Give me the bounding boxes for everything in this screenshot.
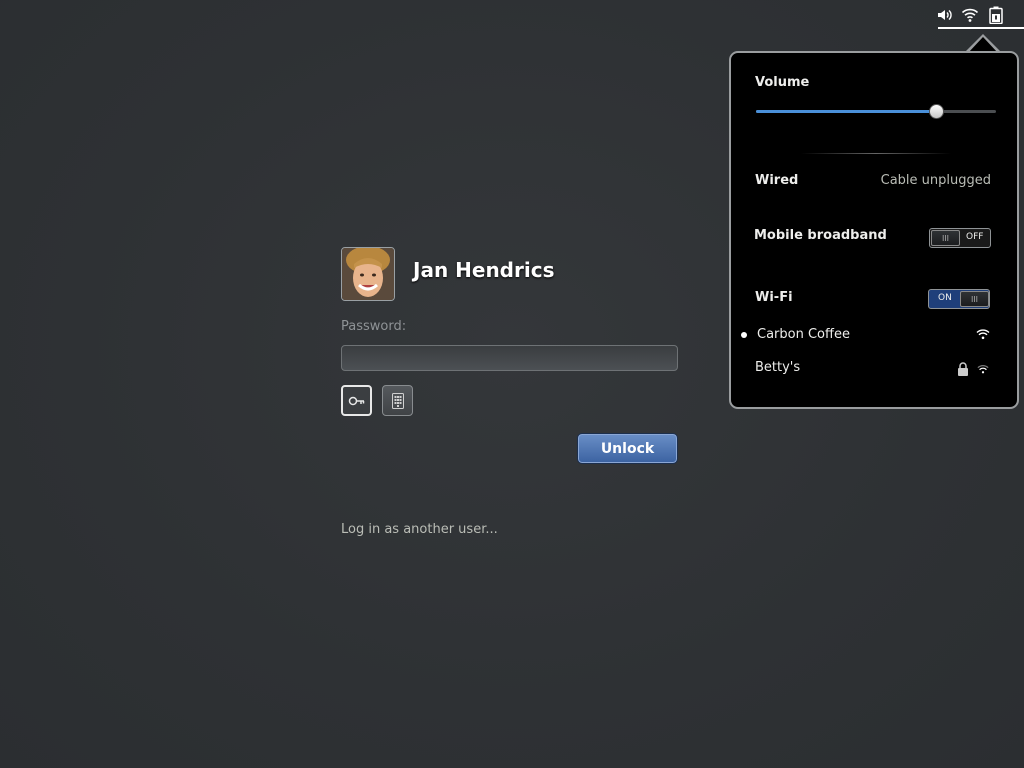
network-item-carbon-coffee[interactable]: Carbon Coffee [757, 327, 850, 342]
mobile-broadband-toggle[interactable]: III OFF [929, 228, 991, 248]
user-photo [342, 248, 394, 300]
password-auth-button[interactable] [341, 385, 372, 416]
wired-status: Cable unplugged [880, 173, 991, 188]
mobile-broadband-label: Mobile broadband [754, 228, 887, 243]
active-indicator [938, 27, 1024, 29]
lock-icon [958, 362, 968, 376]
other-user-link[interactable]: Log in as another user... [341, 522, 498, 537]
wifi-signal-icon [976, 329, 990, 340]
system-menu: Volume Wired Cable unplugged Mobile broa… [729, 51, 1019, 409]
volume-slider[interactable] [756, 104, 996, 119]
battery-icon[interactable] [988, 6, 1004, 24]
network-item-bettys[interactable]: Betty's [755, 360, 800, 375]
status-area [936, 6, 1016, 26]
connected-indicator [741, 332, 747, 338]
wifi-signal-icon [977, 364, 989, 374]
volume-slider-fill [756, 110, 936, 113]
toggle-state: ON [938, 293, 952, 303]
unlock-button[interactable]: Unlock [577, 433, 678, 464]
wifi-label: Wi-Fi [755, 290, 793, 305]
volume-icon[interactable] [936, 6, 954, 24]
password-field[interactable] [341, 345, 678, 371]
volume-slider-handle[interactable] [929, 104, 944, 119]
wifi-toggle[interactable]: ON III [928, 289, 990, 309]
key-icon [348, 396, 364, 405]
toggle-knob: III [960, 291, 989, 307]
avatar [341, 247, 395, 301]
toggle-knob: III [931, 230, 960, 246]
volume-label: Volume [755, 75, 810, 90]
toggle-state: OFF [966, 232, 984, 242]
password-label: Password: [341, 319, 407, 334]
separator [801, 153, 951, 154]
wifi-icon[interactable] [961, 6, 979, 24]
keypad-icon [391, 392, 404, 409]
user-name: Jan Hendrics [413, 258, 555, 282]
wired-label: Wired [755, 173, 799, 188]
keypad-auth-button[interactable] [382, 385, 413, 416]
